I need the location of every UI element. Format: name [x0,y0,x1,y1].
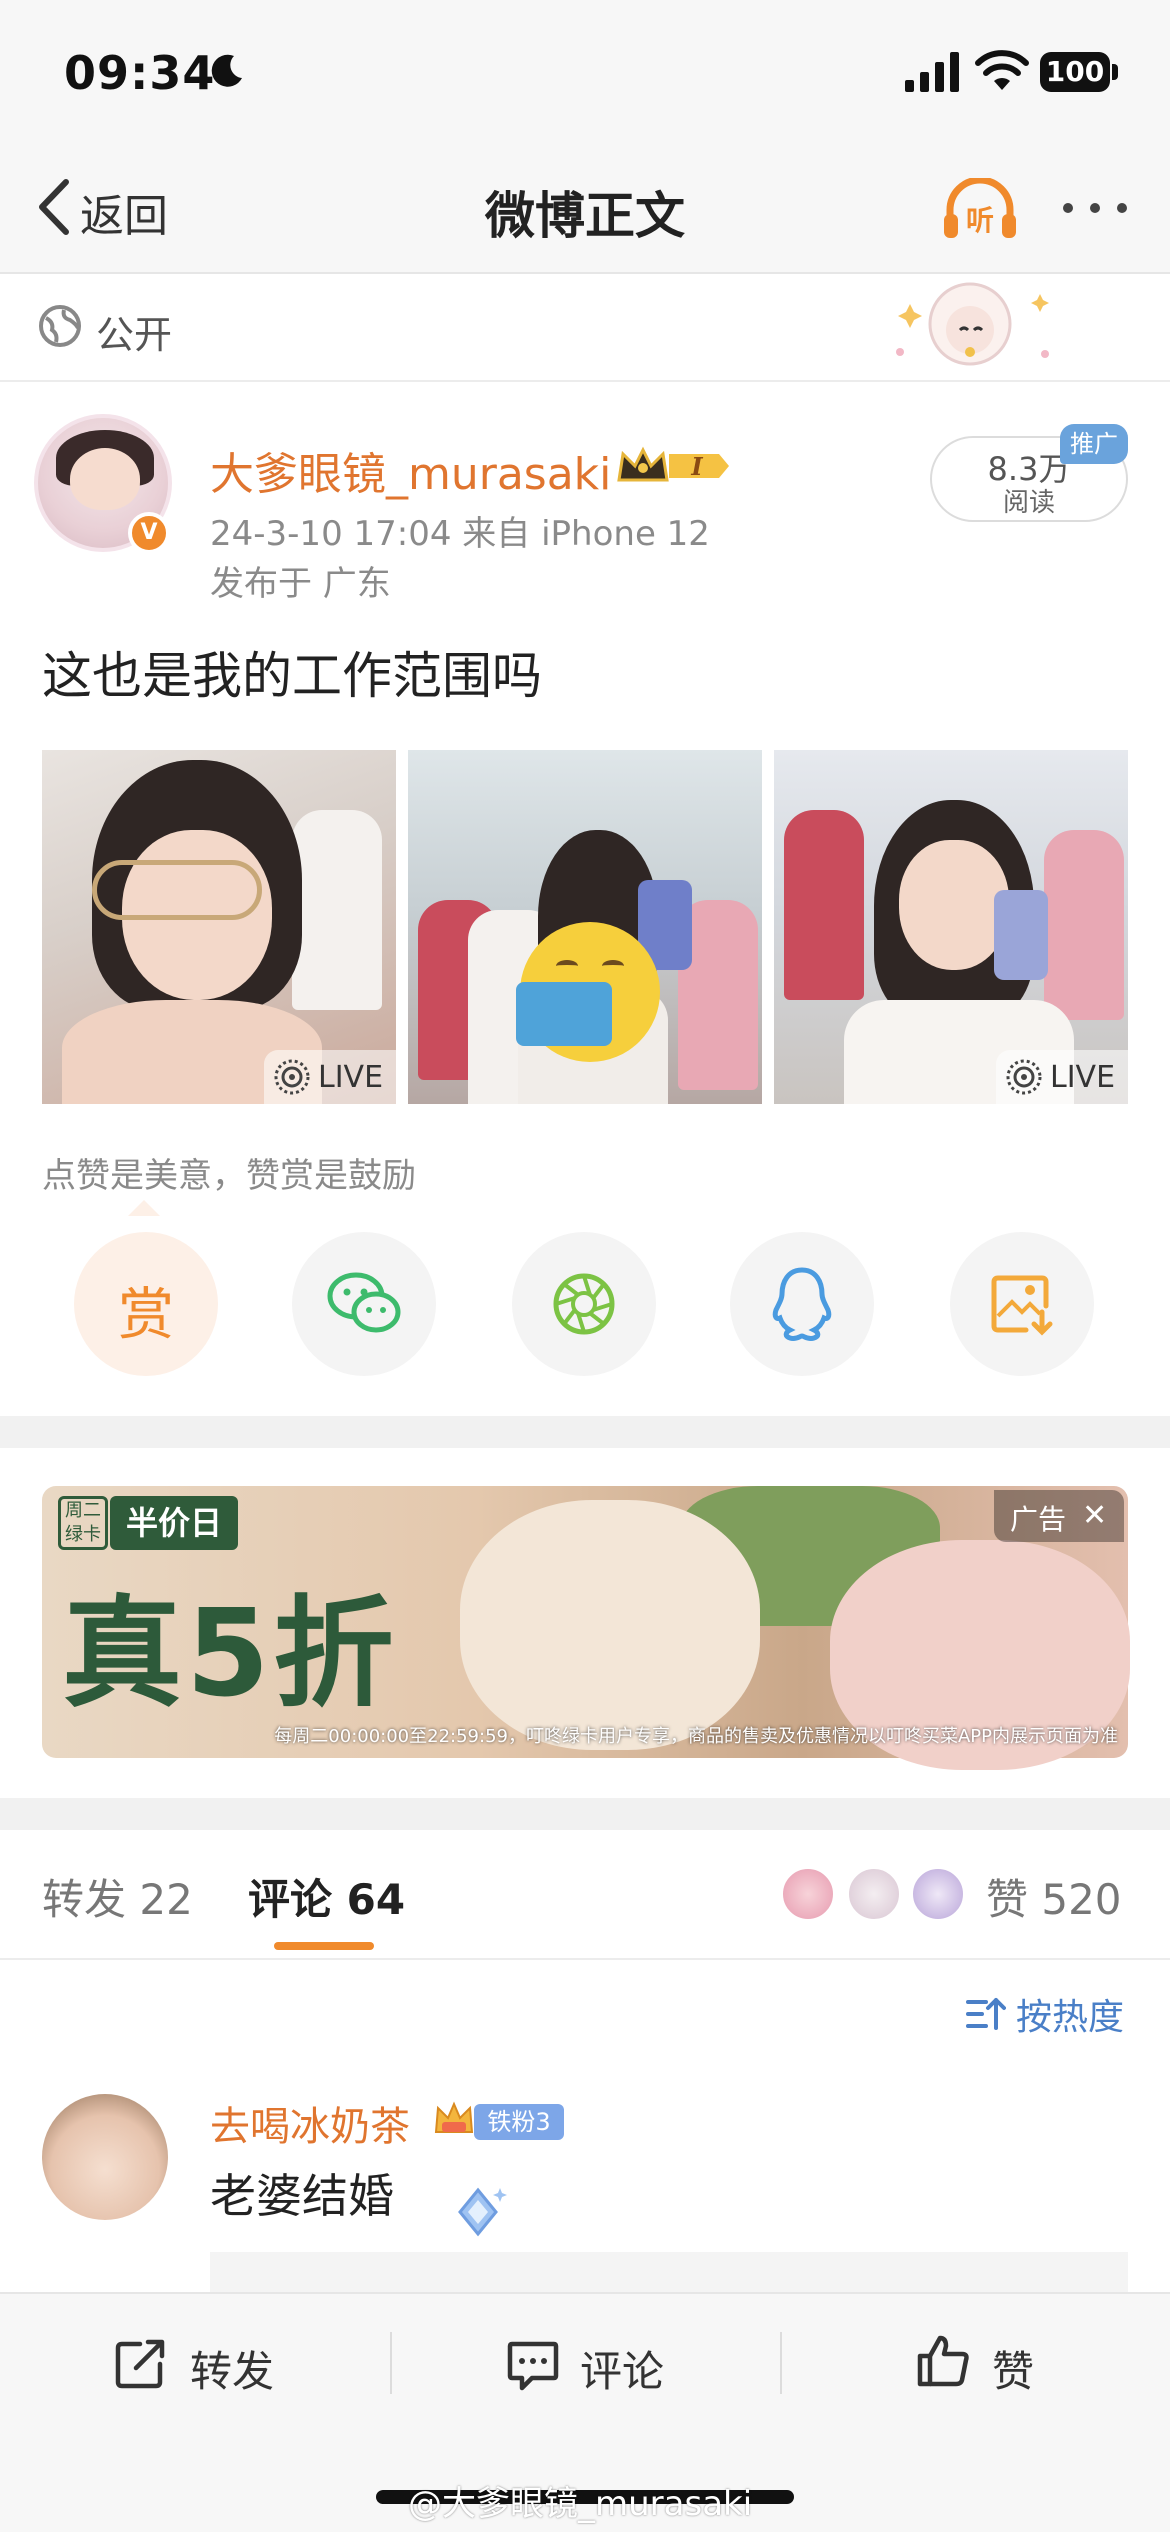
ad-headline: 真5折 [62,1585,398,1724]
ad-label: 广告 [1010,1503,1067,1536]
liker-avatar[interactable] [910,1866,966,1922]
diamond-sparkle-icon [458,2187,507,2237]
photo-phone [994,890,1048,980]
author-username[interactable]: 大爹眼镜_murasaki [210,438,611,502]
photo-bg-dress [784,810,864,1000]
emoji-book [516,982,612,1046]
repost-icon[interactable] [114,2336,168,2390]
commenter-avatar[interactable] [42,2094,168,2220]
fan-crown-icon [434,2101,474,2133]
emoji-eye [602,960,624,972]
section-divider [0,1798,1170,1830]
signal-icon [905,52,959,92]
post-photo[interactable]: LIVE [774,750,1128,1104]
post-text: 这也是我的工作范围吗 [42,647,542,705]
thumbs-up-icon[interactable] [916,2334,970,2388]
live-photo-icon [1006,1059,1042,1095]
reads-label: 阅读 [1002,488,1055,518]
ad-half-price: 半价日 [110,1496,238,1550]
save-image-icon [991,1275,1053,1336]
ad-close-icon[interactable]: ✕ [1082,1498,1107,1533]
photo-glasses [92,860,262,920]
live-photo-icon [274,1059,310,1095]
photo-bg-dress [292,810,382,1010]
tabs-divider [0,1958,1170,1960]
tab-comments[interactable]: 评论 64 [248,1866,405,1927]
tip-arrow [128,1200,160,1216]
share-wechat-button[interactable] [292,1232,436,1376]
post-time-source: 24-3-10 17:04 来自 iPhone 12 [210,514,710,554]
fan-level-badge: 铁粉3 [474,2104,564,2140]
repost-button[interactable]: 转发 [190,2338,274,2399]
status-time: 09:34 [64,46,216,100]
member-crown-icon: I [617,446,729,482]
wifi-icon [975,50,1029,90]
more-icon[interactable] [1060,198,1130,218]
share-qq-button[interactable] [730,1232,874,1376]
comment-button[interactable]: 评论 [580,2338,664,2399]
comment-text: 老婆结婚 [210,2169,394,2223]
promo-tag[interactable]: 推广 [1060,424,1128,464]
globe-icon [39,305,81,347]
ad-mooncake-image [460,1500,760,1750]
avatar-face [70,448,140,510]
save-image-button[interactable] [950,1232,1094,1376]
bottom-bar-separator [390,2332,392,2394]
moments-aperture-icon [553,1273,615,1335]
verified-badge: V [128,512,170,554]
battery-tip [1112,64,1118,80]
photo-bg-dress [1044,830,1124,1020]
sort-by-hot-button[interactable]: 按热度 [1016,1988,1124,2040]
live-label: LIVE [1050,1060,1116,1095]
comment-icon[interactable] [506,2338,560,2392]
moon-icon [211,54,242,87]
battery-indicator: 100 [1040,52,1110,92]
live-label: LIVE [318,1060,384,1095]
sheep-decoration-icon [896,282,1049,366]
listen-label: 听 [966,204,994,237]
share-moments-button[interactable] [512,1232,656,1376]
tab-likes[interactable]: 赞 520 [986,1866,1122,1927]
live-badge: LIVE [996,1050,1128,1104]
weibo-watermark: @大爹眼镜_murasaki [408,2484,753,2524]
like-reward-tip: 点赞是美意，赞赏是鼓励 [42,1156,416,1196]
post-photo[interactable]: LIVE [42,750,396,1104]
visibility-label: 公开 [96,313,173,357]
liker-avatar[interactable] [780,1866,836,1922]
ad-disclaimer: 每周二00:00:00至22:59:59，叮咚绿卡用户专享，商品的售卖及优惠情况… [274,1726,1118,1747]
listen-headphone-icon[interactable]: 听 [940,178,1020,242]
liker-avatar[interactable] [846,1866,902,1922]
like-button[interactable]: 赞 [992,2338,1034,2399]
wechat-icon [327,1272,401,1333]
ad-card-tag-text: 周二 绿卡 [65,1500,101,1545]
sort-icon[interactable] [966,1996,1006,2032]
post-location: 发布于 广东 [210,564,391,604]
photo-face [899,840,1009,970]
emoji-eye [556,960,578,972]
commenter-name[interactable]: 去喝冰奶茶 [210,2094,410,2152]
qq-penguin-icon [772,1267,832,1342]
live-badge: LIVE [264,1050,396,1104]
tab-reposts[interactable]: 转发 22 [42,1866,193,1927]
member-level: I [690,452,703,481]
section-divider [0,1416,1170,1448]
bottom-bar-separator [780,2332,782,2394]
ad-card-tag: 周二 绿卡 [58,1496,108,1550]
reward-label: 赏 [118,1283,174,1348]
active-tab-indicator [274,1942,374,1950]
